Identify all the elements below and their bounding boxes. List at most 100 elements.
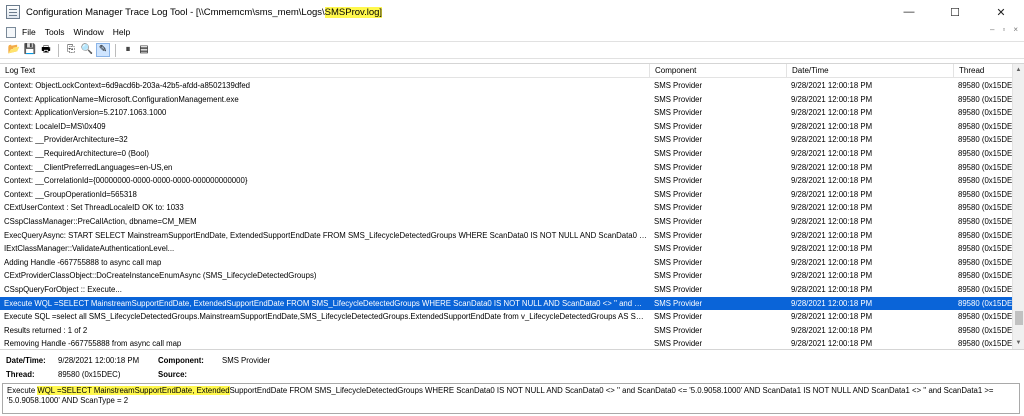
toolbar: 📂 💾 🖶 ⎘ 🔍 ✎ ⏸ ▤ [0, 41, 1024, 59]
datetime-cell: 9/28/2021 12:00:18 PM [791, 271, 873, 281]
log-text-cell: Context: __RequiredArchitecture=0 (Bool) [4, 148, 149, 158]
log-text-cell: Context: ApplicationName=Microsoft.Confi… [4, 94, 239, 104]
log-message-box[interactable]: Execute WQL =SELECT MainstreamSupportEnd… [2, 383, 1020, 414]
open-folder-icon[interactable]: 📂 [7, 43, 21, 57]
log-text-cell: Context: __CorrelationId={00000000-0000-… [4, 176, 248, 186]
grid-rows: Context: ObjectLockContext=6d9acd6b-203a… [0, 79, 1012, 349]
component-cell: SMS Provider [654, 298, 703, 308]
datetime-cell: 9/28/2021 12:00:18 PM [791, 298, 873, 308]
copy-icon[interactable]: ⎘ [64, 43, 78, 57]
title-bar: Configuration Manager Trace Log Tool - [… [0, 0, 1024, 24]
toolbar-separator [58, 43, 59, 57]
table-row[interactable]: Context: LocaleID=MS\0x409 SMS Provider 9/… [0, 120, 1012, 134]
table-row[interactable]: Context: __ProviderArchitecture=32 SMS Pr… [0, 133, 1012, 147]
table-row[interactable]: Context: __ClientPreferredLanguages=en-U… [0, 161, 1012, 175]
scroll-down-icon[interactable]: ▼ [1013, 337, 1024, 349]
menu-bar: File Tools Window Help – ▫ × [0, 24, 1024, 40]
datetime-cell: 9/28/2021 12:00:18 PM [791, 108, 873, 118]
column-header-thread[interactable]: Thread [954, 64, 1012, 78]
component-cell: SMS Provider [654, 94, 703, 104]
title-highlight: SMSProv.log] [324, 6, 383, 18]
document-icon[interactable] [6, 26, 16, 38]
mdi-controls: – ▫ × [990, 25, 1018, 34]
component-cell: SMS Provider [654, 121, 703, 131]
app-icon [6, 5, 20, 19]
pause-icon[interactable]: ⏸ [121, 43, 135, 57]
table-row[interactable]: IExtClassManager::ValidateAuthentication… [0, 242, 1012, 256]
filter-icon[interactable]: ▤ [137, 43, 151, 57]
menu-file[interactable]: File [22, 27, 43, 37]
menu-tools[interactable]: Tools [45, 27, 72, 37]
log-text-cell: Context: ApplicationVersion=5.2107.1063.… [4, 108, 167, 118]
highlight-icon[interactable]: ✎ [96, 43, 110, 57]
maximize-button[interactable]: ☐ [932, 0, 978, 24]
log-text-cell: Results returned : 1 of 2 [4, 325, 88, 335]
log-text-cell: IExtClassManager::ValidateAuthentication… [4, 244, 175, 254]
table-row[interactable]: Results returned : 1 of 2 SMS Provider 9/2… [0, 324, 1012, 338]
save-icon[interactable]: 💾 [23, 43, 37, 57]
title-prefix: Configuration Manager Trace Log Tool - [… [26, 6, 325, 18]
column-header-component[interactable]: Component [650, 64, 787, 78]
table-row[interactable]: Context: __RequiredArchitecture=0 (Bool)… [0, 147, 1012, 161]
table-row[interactable]: CExtUserContext : Set ThreadLocaleID OK … [0, 201, 1012, 215]
log-grid: Log Text Component Date/Time Thread Cont… [0, 63, 1024, 350]
table-row[interactable]: Removing Handle -667755888 from async ca… [0, 337, 1012, 349]
window-controls: — ☐ ✕ [886, 0, 1024, 24]
datetime-cell: 9/28/2021 12:00:18 PM [791, 312, 873, 322]
print-icon[interactable]: 🖶 [39, 43, 53, 57]
datetime-cell: 9/28/2021 12:00:18 PM [791, 216, 873, 226]
thread-cell: 89580 (0x15DE [958, 81, 1012, 90]
log-text-cell: CExtProviderClassObject::DoCreateInstanc… [4, 271, 317, 281]
scroll-up-icon[interactable]: ▲ [1013, 64, 1024, 76]
component-cell: SMS Provider [654, 108, 703, 118]
table-row[interactable]: Adding Handle -667755888 to async call m… [0, 256, 1012, 270]
log-text-cell: Context: __ClientPreferredLanguages=en-U… [4, 162, 173, 172]
grid-header: Log Text Component Date/Time Thread [0, 64, 1012, 78]
menu-help[interactable]: Help [113, 27, 137, 37]
table-row[interactable]: Context: __CorrelationId={00000000-0000-… [0, 174, 1012, 188]
minimize-button[interactable]: — [886, 0, 932, 24]
window-title: Configuration Manager Trace Log Tool - [… [26, 6, 383, 18]
mdi-minimize-button[interactable]: – [990, 25, 994, 34]
datetime-cell: 9/28/2021 12:00:18 PM [791, 148, 873, 158]
vertical-scrollbar[interactable]: ▲ ▼ [1012, 64, 1024, 349]
component-cell: SMS Provider [654, 148, 703, 158]
component-cell: SMS Provider [654, 312, 703, 322]
thread-cell: 89580 (0x15DE [958, 189, 1012, 199]
mdi-close-button[interactable]: × [1013, 25, 1018, 34]
table-row[interactable]: Execute SQL =select all SMS_LifecycleDet… [0, 310, 1012, 324]
thread-cell: 89580 (0x15DE [958, 284, 1012, 294]
table-row[interactable]: Context: ApplicationName=Microsoft.Confi… [0, 93, 1012, 107]
column-header-log-text[interactable]: Log Text [0, 64, 650, 78]
component-cell: SMS Provider [654, 81, 703, 90]
scrollbar-thumb[interactable] [1015, 311, 1023, 325]
mdi-restore-button[interactable]: ▫ [1002, 25, 1005, 34]
close-button[interactable]: ✕ [978, 0, 1024, 24]
log-text-cell: Execute SQL =select all SMS_LifecycleDet… [4, 312, 647, 322]
column-header-datetime[interactable]: Date/Time [787, 64, 954, 78]
log-text-cell: CExtUserContext : Set ThreadLocaleID OK … [4, 203, 184, 213]
menu-window[interactable]: Window [74, 27, 111, 37]
find-icon[interactable]: 🔍 [80, 43, 94, 57]
thread-label: Thread: [6, 370, 35, 379]
datetime-value: 9/28/2021 12:00:18 PM [58, 356, 140, 365]
thread-cell: 89580 (0x15DE [958, 216, 1012, 226]
thread-cell: 89580 (0x15DE [958, 244, 1012, 254]
table-row[interactable]: Context: ApplicationVersion=5.2107.1063.… [0, 106, 1012, 120]
datetime-cell: 9/28/2021 12:00:18 PM [791, 203, 873, 213]
component-cell: SMS Provider [654, 203, 703, 213]
table-row[interactable]: CExtProviderClassObject::DoCreateInstanc… [0, 269, 1012, 283]
datetime-cell: 9/28/2021 12:00:18 PM [791, 284, 873, 294]
log-text-cell: ExecQueryAsync: START SELECT MainstreamS… [4, 230, 647, 240]
table-row[interactable]: CSspClassManager::PreCallAction, dbname=… [0, 215, 1012, 229]
table-row[interactable]: Context: __GroupOperationId=565318 SMS Pr… [0, 188, 1012, 202]
log-text-cell: Context: __GroupOperationId=565318 [4, 189, 137, 199]
datetime-cell: 9/28/2021 12:00:18 PM [791, 325, 873, 335]
thread-cell: 89580 (0x15DE [958, 121, 1012, 131]
table-row[interactable]: ExecQueryAsync: START SELECT MainstreamS… [0, 229, 1012, 243]
thread-cell: 89580 (0x15DE [958, 162, 1012, 172]
thread-cell: 89580 (0x15DE [958, 271, 1012, 281]
table-row[interactable]: Execute WQL =SELECT MainstreamSupportEnd… [0, 296, 1012, 311]
table-row[interactable]: CSspQueryForObject :: Execute... SMS Prov… [0, 283, 1012, 297]
table-row[interactable]: Context: ObjectLockContext=6d9acd6b-203a… [0, 79, 1012, 93]
